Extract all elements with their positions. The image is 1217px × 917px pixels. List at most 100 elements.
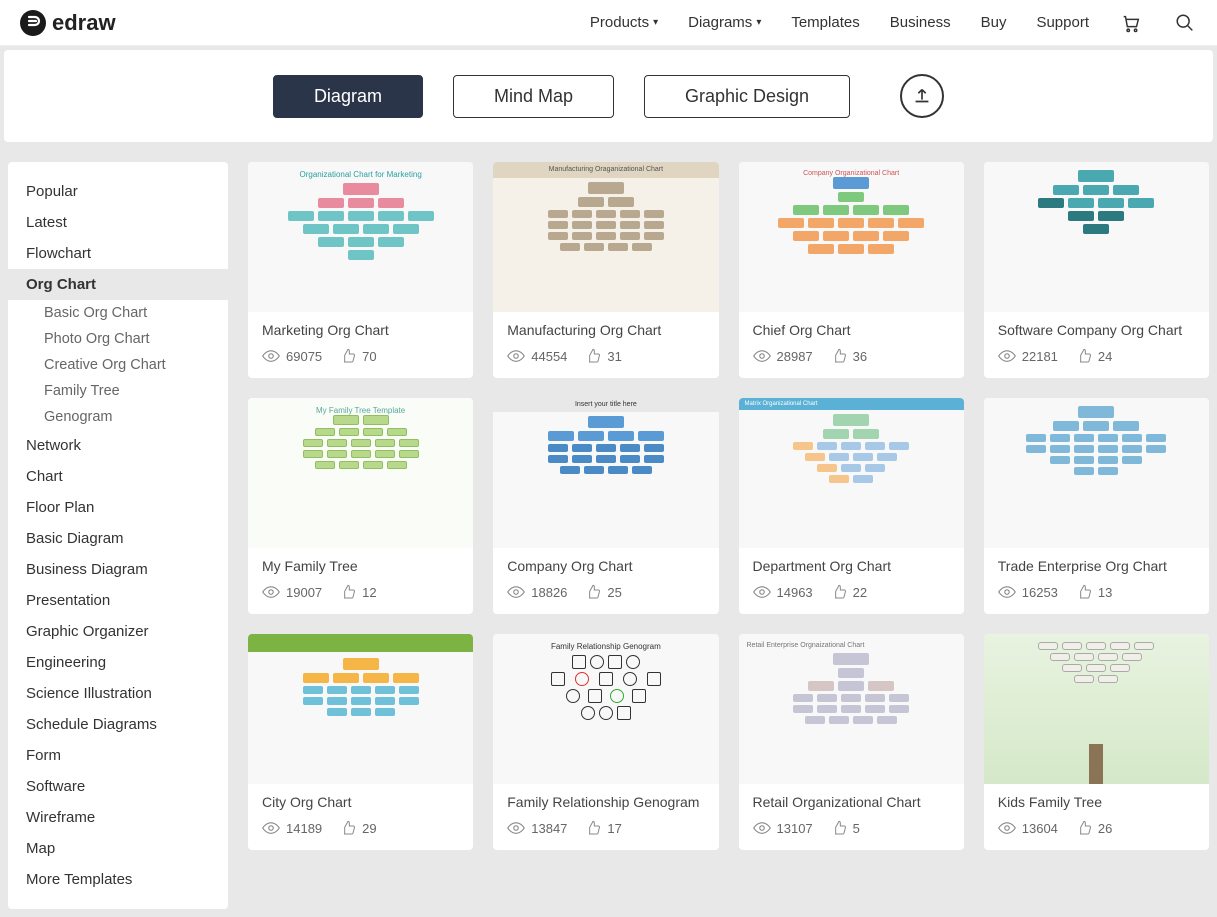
template-thumbnail: Organizational Chart for Marketing (248, 162, 473, 312)
search-icon[interactable] (1173, 11, 1197, 35)
likes-icon (340, 584, 356, 600)
likes-icon (585, 584, 601, 600)
template-thumbnail: Family Relationship Genogram (493, 634, 718, 784)
nav-buy[interactable]: Buy (981, 14, 1007, 31)
category-sidebar: Popular Latest Flowchart Org Chart Basic… (8, 162, 228, 909)
likes-icon (340, 820, 356, 836)
upload-button[interactable] (900, 74, 944, 118)
sidebar-item-map[interactable]: Map (8, 833, 228, 864)
template-card[interactable]: My Family Tree Template My Family Tree 1… (248, 398, 473, 614)
template-card[interactable]: Retail Enterprise Orgnaizational Chart R… (739, 634, 964, 850)
template-title: Family Relationship Genogram (507, 794, 704, 810)
views-icon (262, 822, 280, 834)
sidebar-item-network[interactable]: Network (8, 430, 228, 461)
template-card[interactable]: Organizational Chart for Marketing Marke… (248, 162, 473, 378)
views-icon (753, 350, 771, 362)
template-meta: 16253 13 (998, 584, 1195, 600)
template-card[interactable]: Family Relationship Genogram Family Rela… (493, 634, 718, 850)
sidebar-item-latest[interactable]: Latest (8, 207, 228, 238)
sidebar-item-schedule-diagrams[interactable]: Schedule Diagrams (8, 709, 228, 740)
sidebar-item-form[interactable]: Form (8, 740, 228, 771)
likes-icon (831, 584, 847, 600)
views-icon (262, 350, 280, 362)
sidebar-sub-photo-org[interactable]: Photo Org Chart (8, 326, 228, 352)
template-card[interactable]: Matrix Organizational Chart Department O… (739, 398, 964, 614)
views-icon (998, 586, 1016, 598)
sidebar-item-floor-plan[interactable]: Floor Plan (8, 492, 228, 523)
chevron-down-icon: ▾ (653, 17, 658, 28)
views-icon (753, 586, 771, 598)
tab-bar: Diagram Mind Map Graphic Design (4, 50, 1213, 142)
likes-icon (1076, 348, 1092, 364)
sidebar-item-graphic-organizer[interactable]: Graphic Organizer (8, 616, 228, 647)
sidebar-sub-basic-org[interactable]: Basic Org Chart (8, 300, 228, 326)
template-card[interactable]: Kids Family Tree 13604 26 (984, 634, 1209, 850)
views-icon (998, 822, 1016, 834)
cart-icon[interactable] (1119, 11, 1143, 35)
template-grid: Organizational Chart for Marketing Marke… (248, 162, 1209, 850)
tab-graphic-design[interactable]: Graphic Design (644, 75, 850, 118)
template-title: Kids Family Tree (998, 794, 1195, 810)
template-thumbnail (984, 398, 1209, 548)
sidebar-item-presentation[interactable]: Presentation (8, 585, 228, 616)
template-meta: 13107 5 (753, 820, 950, 836)
sidebar-item-org-chart[interactable]: Org Chart (8, 269, 228, 300)
likes-icon (831, 820, 847, 836)
nav-diagrams[interactable]: Diagrams▾ (688, 14, 761, 31)
likes-icon (585, 348, 601, 364)
sidebar-item-popular[interactable]: Popular (8, 176, 228, 207)
template-card[interactable]: City Org Chart 14189 29 (248, 634, 473, 850)
brand-text: edraw (52, 10, 116, 36)
template-card[interactable]: Insert your title here Company Org Chart… (493, 398, 718, 614)
template-thumbnail (984, 634, 1209, 784)
main-content: Popular Latest Flowchart Org Chart Basic… (0, 142, 1217, 917)
template-title: Trade Enterprise Org Chart (998, 558, 1195, 574)
template-thumbnail: Insert your title here (493, 398, 718, 548)
views-icon (998, 350, 1016, 362)
nav-templates[interactable]: Templates (791, 14, 859, 31)
template-title: Retail Organizational Chart (753, 794, 950, 810)
sidebar-item-basic-diagram[interactable]: Basic Diagram (8, 523, 228, 554)
nav-support[interactable]: Support (1036, 14, 1089, 31)
template-title: City Org Chart (262, 794, 459, 810)
logo-icon (20, 10, 46, 36)
template-card[interactable]: Manufacturing Oraganizational Chart Manu… (493, 162, 718, 378)
template-meta: 69075 70 (262, 348, 459, 364)
sidebar-sub-creative-org[interactable]: Creative Org Chart (8, 352, 228, 378)
sidebar-item-science-illustration[interactable]: Science Illustration (8, 678, 228, 709)
sidebar-item-wireframe[interactable]: Wireframe (8, 802, 228, 833)
nav-business[interactable]: Business (890, 14, 951, 31)
views-icon (507, 822, 525, 834)
template-title: Manufacturing Org Chart (507, 322, 704, 338)
likes-icon (585, 820, 601, 836)
chevron-down-icon: ▾ (756, 17, 761, 28)
template-title: Chief Org Chart (753, 322, 950, 338)
sidebar-item-engineering[interactable]: Engineering (8, 647, 228, 678)
sidebar-item-business-diagram[interactable]: Business Diagram (8, 554, 228, 585)
template-card[interactable]: Software Company Org Chart 22181 24 (984, 162, 1209, 378)
views-icon (507, 586, 525, 598)
sidebar-item-chart[interactable]: Chart (8, 461, 228, 492)
template-meta: 13604 26 (998, 820, 1195, 836)
views-icon (753, 822, 771, 834)
sidebar-sub-genogram[interactable]: Genogram (8, 404, 228, 430)
template-title: Company Org Chart (507, 558, 704, 574)
template-card[interactable]: Company Organizational Chart Chief Org C… (739, 162, 964, 378)
views-icon (262, 586, 280, 598)
template-meta: 14189 29 (262, 820, 459, 836)
template-meta: 13847 17 (507, 820, 704, 836)
template-meta: 14963 22 (753, 584, 950, 600)
template-meta: 22181 24 (998, 348, 1195, 364)
tab-mindmap[interactable]: Mind Map (453, 75, 614, 118)
sidebar-item-flowchart[interactable]: Flowchart (8, 238, 228, 269)
template-title: Department Org Chart (753, 558, 950, 574)
template-title: Software Company Org Chart (998, 322, 1195, 338)
views-icon (507, 350, 525, 362)
template-card[interactable]: Trade Enterprise Org Chart 16253 13 (984, 398, 1209, 614)
tab-diagram[interactable]: Diagram (273, 75, 423, 118)
nav-products[interactable]: Products▾ (590, 14, 658, 31)
sidebar-sub-family-tree[interactable]: Family Tree (8, 378, 228, 404)
sidebar-item-software[interactable]: Software (8, 771, 228, 802)
sidebar-item-more-templates[interactable]: More Templates (8, 864, 228, 895)
logo[interactable]: edraw (20, 10, 116, 36)
